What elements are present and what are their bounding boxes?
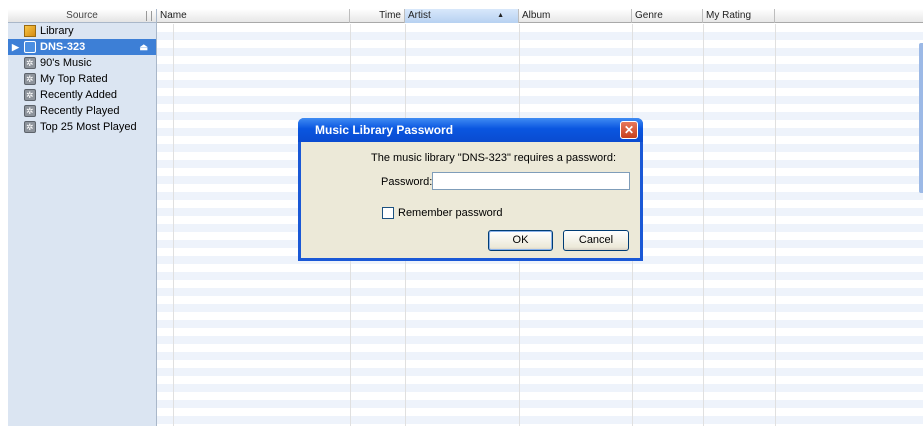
eject-icon[interactable]: ⏏ [139,39,148,55]
window-top-edge [0,0,923,8]
sidebar-item-label: Library [40,25,74,37]
ok-button[interactable]: OK [488,230,553,251]
sidebar-item-90s-music[interactable]: 90's Music [8,55,156,71]
column-header-artist[interactable]: Artist ▲ [405,9,519,23]
smart-playlist-icon [24,119,36,135]
shared-library-icon [24,41,36,53]
remember-password-label: Remember password [398,207,503,219]
dialog-title: Music Library Password [315,123,454,137]
sidebar-item-label: Recently Added [40,89,118,101]
close-icon: ✕ [623,123,635,137]
vertical-scrollbar[interactable] [919,43,923,193]
library-icon [24,25,36,37]
dialog-titlebar[interactable]: Music Library Password ✕ [298,118,643,142]
sidebar-item-label: Recently Played [40,105,120,117]
source-header-label: Source [66,10,98,21]
column-header-label: Album [522,10,551,21]
disclosure-arrow-icon[interactable]: ▶ [12,39,19,55]
sidebar-item-recently-played[interactable]: Recently Played [8,103,156,119]
password-dialog: Music Library Password ✕ The music libra… [298,118,643,261]
sidebar-item-label: My Top Rated [40,73,108,85]
smart-playlist-icon [24,71,36,87]
source-header[interactable]: Source [8,9,156,23]
cancel-button[interactable]: Cancel [563,230,629,251]
sidebar-item-label: DNS-323 [40,41,86,53]
sidebar-item-library[interactable]: Library [8,23,156,39]
smart-playlist-icon [24,87,36,103]
remember-password-option[interactable]: Remember password [382,207,503,219]
column-header-label: Name [160,10,187,21]
sidebar-item-label: 90's Music [40,57,92,69]
sidebar-item-top-25-most-played[interactable]: Top 25 Most Played [8,119,156,135]
sidebar-item-label: Top 25 Most Played [40,121,137,133]
column-header-label: Artist [408,10,431,21]
column-divider [775,24,776,426]
column-header-label: Time [379,10,401,21]
sidebar-item-dns-323[interactable]: ▶ DNS-323 ⏏ [8,39,156,55]
column-header-bar: Name Time Artist ▲ Album Genre My Rating [157,9,923,23]
password-prompt: The music library "DNS-323" requires a p… [371,152,617,164]
password-field[interactable] [432,172,630,190]
column-header-my-rating[interactable]: My Rating [703,9,775,23]
column-header-time[interactable]: Time [350,9,405,23]
smart-playlist-icon [24,103,36,119]
column-header-genre[interactable]: Genre [632,9,703,23]
remember-password-checkbox[interactable] [382,207,394,219]
column-header-name[interactable]: Name [157,9,350,23]
sidebar-item-my-top-rated[interactable]: My Top Rated [8,71,156,87]
column-resize-grip[interactable] [146,11,152,21]
smart-playlist-icon [24,55,36,71]
sidebar-item-recently-added[interactable]: Recently Added [8,87,156,103]
column-divider [703,24,704,426]
column-divider [173,24,174,426]
close-button[interactable]: ✕ [620,121,638,139]
column-header-label: Genre [635,10,663,21]
column-header-empty [775,9,923,23]
column-header-album[interactable]: Album [519,9,632,23]
source-sidebar: Source Library ▶ DNS-323 ⏏ 90's Music My… [8,9,157,426]
sort-ascending-icon: ▲ [497,12,504,19]
column-header-label: My Rating [706,10,752,21]
password-label: Password: [381,176,433,188]
